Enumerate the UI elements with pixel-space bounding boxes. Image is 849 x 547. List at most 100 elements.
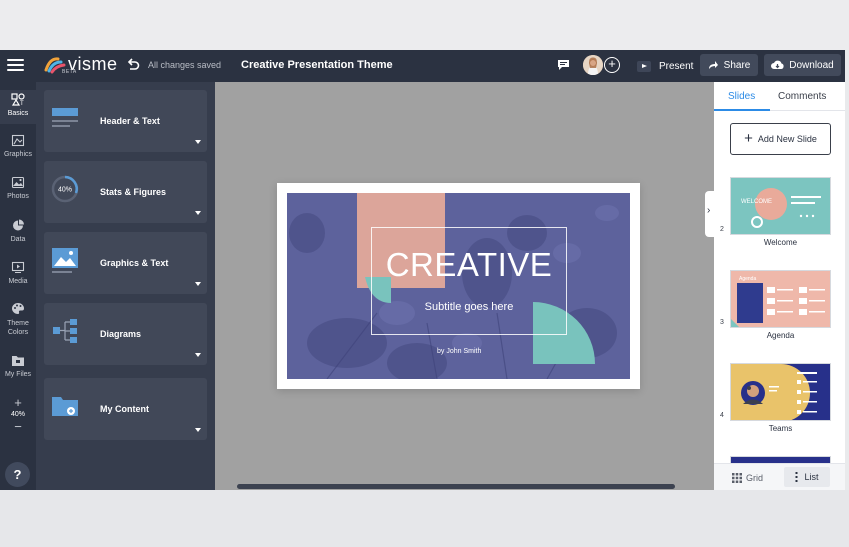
photos-icon xyxy=(11,176,25,189)
chevron-down-icon xyxy=(195,428,201,432)
slides-panel: Slides Comments + Add New Slide 2 WELCOM… xyxy=(714,82,845,490)
grid-view-button[interactable]: Grid xyxy=(732,469,763,487)
slide-number: 2 xyxy=(720,226,724,233)
card-label: My Content xyxy=(100,404,149,414)
thumbnail-welcome-art: WELCOME xyxy=(731,178,830,234)
download-label: Download xyxy=(789,59,834,71)
help-button[interactable]: ? xyxy=(5,462,30,487)
rail-label: Photos xyxy=(7,193,29,200)
window-backdrop-bottom xyxy=(0,490,849,547)
slide-subtitle[interactable]: Subtitle goes here xyxy=(371,301,567,313)
diagram-icon xyxy=(53,319,77,343)
horizontal-scrollbar[interactable] xyxy=(237,484,675,489)
zoom-control: + 40% − xyxy=(0,396,36,434)
top-bar: visme BETA All changes saved Creative Pr… xyxy=(0,50,845,82)
grid-label: Grid xyxy=(746,473,764,483)
slide-thumbnail-label: Teams xyxy=(768,424,793,433)
chevron-down-icon xyxy=(195,282,201,286)
card-label: Diagrams xyxy=(100,329,142,339)
download-button[interactable]: Download xyxy=(764,54,841,76)
rail-item-theme-colors[interactable]: Theme Colors xyxy=(0,302,36,337)
menu-icon[interactable] xyxy=(7,58,24,72)
chevron-down-icon xyxy=(195,211,201,215)
card-header-text[interactable]: Header & Text xyxy=(44,90,207,152)
basics-icon: T xyxy=(11,93,25,107)
tab-slides[interactable]: Slides xyxy=(728,91,755,102)
folder-icon xyxy=(52,397,78,416)
slide-byline[interactable]: by John Smith xyxy=(437,348,481,355)
play-icon xyxy=(637,60,651,72)
grid-icon xyxy=(732,473,742,483)
chevron-down-icon xyxy=(195,140,201,144)
present-label: Present xyxy=(659,60,694,72)
card-diagrams[interactable]: Diagrams xyxy=(44,303,207,365)
files-icon xyxy=(12,356,24,366)
thumbnail-agenda-art: Agenda xyxy=(731,271,830,327)
slide-thumbnail-teams[interactable] xyxy=(730,363,831,421)
present-button[interactable]: Present xyxy=(637,56,693,76)
list-view-button[interactable]: List xyxy=(784,467,830,487)
avatar-portrait-icon xyxy=(583,55,603,75)
share-label: Share xyxy=(723,59,751,71)
slide[interactable]: CREATIVE Subtitle goes here by John Smit… xyxy=(287,193,630,379)
card-label: Graphics & Text xyxy=(100,258,169,268)
image-icon xyxy=(52,248,78,273)
card-label: Header & Text xyxy=(100,116,160,126)
rail-item-my-files[interactable]: My Files xyxy=(0,354,36,378)
slide-number: 4 xyxy=(720,412,724,419)
card-my-content[interactable]: My Content xyxy=(44,378,207,440)
active-tab-indicator xyxy=(714,109,770,111)
beta-badge: BETA xyxy=(62,69,77,75)
undo-icon[interactable] xyxy=(126,58,140,72)
rail-item-data[interactable]: Data xyxy=(0,219,36,243)
list-label: List xyxy=(804,472,819,482)
user-avatar[interactable] xyxy=(583,55,603,75)
stats-icon: 40% xyxy=(51,175,79,203)
comment-icon[interactable] xyxy=(557,59,570,71)
slide-thumbnail-label: Welcome xyxy=(763,238,798,247)
content-panel: Header & Text 40% Stats & Figures Graphi… xyxy=(36,82,215,490)
visme-logo[interactable]: visme xyxy=(44,54,118,78)
window-backdrop-top xyxy=(0,0,849,50)
add-new-slide-button[interactable]: + Add New Slide xyxy=(730,123,831,155)
share-button[interactable]: Share xyxy=(700,54,758,76)
svg-text:T: T xyxy=(20,101,24,106)
save-status: All changes saved xyxy=(148,60,222,70)
slide-frame[interactable]: CREATIVE Subtitle goes here by John Smit… xyxy=(277,183,640,389)
panel-tabs: Slides Comments xyxy=(714,82,845,111)
svg-text:Agenda: Agenda xyxy=(739,276,756,282)
document-title[interactable]: Creative Presentation Theme xyxy=(241,59,393,71)
tab-comments[interactable]: Comments xyxy=(778,91,826,102)
rail-label: My Files xyxy=(4,371,32,378)
slide-title[interactable]: CREATIVE xyxy=(375,246,563,284)
slide-thumbnail-welcome[interactable]: WELCOME xyxy=(730,177,831,235)
slide-thumbnail-agenda[interactable]: Agenda xyxy=(730,270,831,328)
add-collaborator-button[interactable]: + xyxy=(604,57,620,73)
zoom-in-icon[interactable]: + xyxy=(0,396,36,410)
graphics-icon xyxy=(11,134,25,147)
rail-label: Basics xyxy=(7,110,29,117)
add-slide-label: Add New Slide xyxy=(757,134,817,144)
rail-item-photos[interactable]: Photos xyxy=(0,176,36,200)
svg-text:WELCOME: WELCOME xyxy=(741,199,772,205)
cloud-download-icon xyxy=(771,60,784,69)
chevron-down-icon xyxy=(195,353,201,357)
header-text-icon xyxy=(52,108,78,127)
plus-icon: + xyxy=(744,130,753,147)
card-graphics-text[interactable]: Graphics & Text xyxy=(44,232,207,294)
share-arrow-icon xyxy=(708,61,718,69)
slide-thumbnail-label: Agenda xyxy=(766,331,795,340)
visme-editor: visme BETA All changes saved Creative Pr… xyxy=(0,50,845,490)
rail-label: Graphics xyxy=(3,151,32,158)
rail-item-media[interactable]: Media xyxy=(0,261,36,285)
editor-canvas[interactable]: CREATIVE Subtitle goes here by John Smit… xyxy=(215,82,714,490)
thumbnail-teams-art xyxy=(731,364,830,420)
zoom-out-icon[interactable]: − xyxy=(0,420,36,434)
rail-item-basics[interactable]: T Basics xyxy=(0,90,36,124)
rail-item-graphics[interactable]: Graphics xyxy=(0,134,36,158)
palette-icon xyxy=(12,303,24,314)
rail-label: Media xyxy=(8,278,28,285)
rail-label: Theme Colors xyxy=(7,320,29,336)
card-label: Stats & Figures xyxy=(100,187,167,197)
card-stats-figures[interactable]: 40% Stats & Figures xyxy=(44,161,207,223)
